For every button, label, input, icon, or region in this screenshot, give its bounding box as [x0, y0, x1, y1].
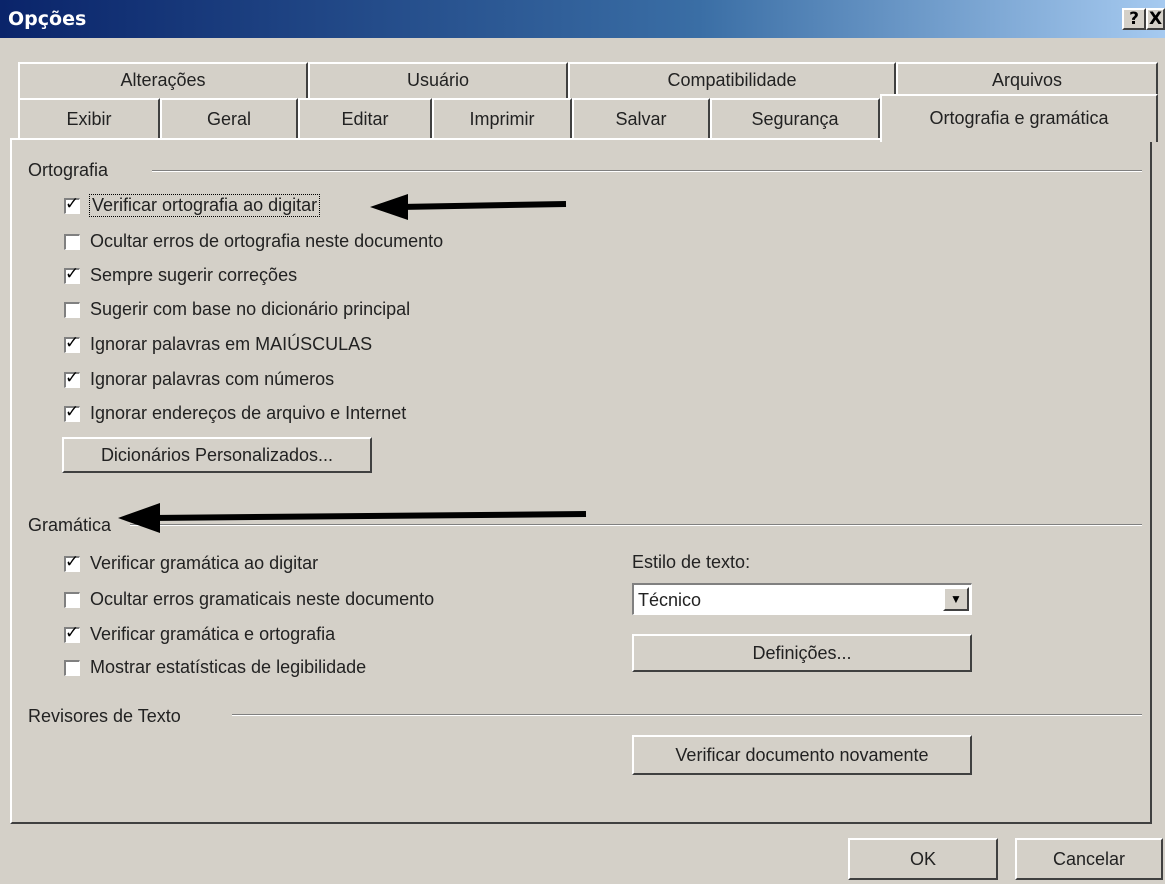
checkbox-verificar-ortografia[interactable]: ✓ Verificar ortografia ao digitar — [64, 194, 321, 217]
arrow-left-icon — [370, 194, 567, 220]
divider-revisores — [232, 714, 1142, 716]
chevron-down-icon[interactable]: ▼ — [943, 587, 969, 611]
tab-imprimir[interactable]: Imprimir — [432, 98, 572, 138]
section-label-ortografia: Ortografia — [28, 160, 109, 180]
checkbox-box[interactable] — [64, 301, 80, 318]
custom-dictionaries-button[interactable]: Dicionários Personalizados... — [62, 437, 372, 473]
tab-alteracoes[interactable]: Alterações — [18, 62, 308, 98]
section-label-gramatica: Gramática — [28, 515, 112, 535]
arrow-left-icon — [118, 503, 587, 533]
tab-editar[interactable]: Editar — [298, 98, 432, 138]
checkbox-label: Verificar gramática ao digitar — [90, 553, 319, 573]
tab-compatibilidade[interactable]: Compatibilidade — [568, 62, 896, 98]
settings-button[interactable]: Definições... — [632, 634, 972, 672]
checkbox-sugerir-dicionario[interactable]: Sugerir com base no dicionário principal — [64, 299, 410, 320]
checkbox-ocultar-erros-ortografia[interactable]: Ocultar erros de ortografia neste docume… — [64, 231, 443, 252]
checkbox-label: Verificar ortografia ao digitar — [88, 194, 321, 217]
checkbox-ignorar-enderecos[interactable]: ✓ Ignorar endereços de arquivo e Interne… — [64, 402, 407, 424]
checkbox-verificar-gramatica[interactable]: ✓ Verificar gramática ao digitar — [64, 552, 319, 574]
checkbox-box[interactable] — [64, 233, 80, 250]
tab-arquivos[interactable]: Arquivos — [896, 62, 1158, 98]
divider-ortografia — [152, 170, 1142, 172]
title-bar: Opções ? X — [0, 0, 1165, 38]
ok-button[interactable]: OK — [848, 838, 998, 880]
checkbox-box[interactable]: ✓ — [64, 194, 80, 214]
checkbox-label: Verificar gramática e ortografia — [90, 624, 336, 644]
checkbox-box[interactable] — [64, 591, 80, 608]
tab-exibir[interactable]: Exibir — [18, 98, 160, 138]
checkbox-label: Ignorar palavras em MAIÚSCULAS — [90, 334, 373, 354]
checkbox-label: Ignorar endereços de arquivo e Internet — [90, 403, 407, 423]
checkbox-box[interactable]: ✓ — [64, 552, 80, 572]
tab-geral[interactable]: Geral — [160, 98, 298, 138]
checkbox-label: Mostrar estatísticas de legibilidade — [90, 657, 367, 677]
checkbox-ocultar-erros-gramaticais[interactable]: Ocultar erros gramaticais neste document… — [64, 589, 434, 610]
checkbox-box[interactable]: ✓ — [64, 623, 80, 643]
recheck-document-button[interactable]: Verificar documento novamente — [632, 735, 972, 775]
section-label-revisores: Revisores de Texto — [28, 706, 181, 726]
checkbox-estatisticas-legibilidade[interactable]: Mostrar estatísticas de legibilidade — [64, 657, 366, 678]
writing-style-select[interactable]: Técnico ▼ — [632, 583, 972, 615]
checkbox-ignorar-maiusculas[interactable]: ✓ Ignorar palavras em MAIÚSCULAS — [64, 333, 373, 355]
help-button[interactable]: ? — [1122, 8, 1146, 30]
checkbox-ignorar-numeros[interactable]: ✓ Ignorar palavras com números — [64, 368, 335, 390]
checkbox-box[interactable] — [64, 659, 80, 676]
writing-style-label: Estilo de texto: — [632, 552, 751, 572]
tab-seguranca[interactable]: Segurança — [710, 98, 880, 138]
checkbox-sempre-sugerir[interactable]: ✓ Sempre sugerir correções — [64, 264, 298, 286]
close-button[interactable]: X — [1146, 8, 1165, 30]
checkbox-label: Ocultar erros gramaticais neste document… — [90, 589, 435, 609]
checkbox-label: Ignorar palavras com números — [90, 369, 335, 389]
tab-ortografia-e-gramatica[interactable]: Ortografia e gramática — [880, 94, 1158, 142]
checkbox-box[interactable]: ✓ — [64, 264, 80, 284]
writing-style-value: Técnico — [638, 590, 702, 610]
checkbox-label: Ocultar erros de ortografia neste docume… — [90, 231, 444, 251]
checkbox-box[interactable]: ✓ — [64, 333, 80, 353]
checkbox-gramatica-e-ortografia[interactable]: ✓ Verificar gramática e ortografia — [64, 623, 336, 645]
checkbox-label: Sempre sugerir correções — [90, 265, 298, 285]
cancel-button[interactable]: Cancelar — [1015, 838, 1163, 880]
checkbox-box[interactable]: ✓ — [64, 368, 80, 388]
tab-salvar[interactable]: Salvar — [572, 98, 710, 138]
tab-usuario[interactable]: Usuário — [308, 62, 568, 98]
checkbox-box[interactable]: ✓ — [64, 402, 80, 422]
window-title: Opções — [8, 8, 87, 30]
checkbox-label: Sugerir com base no dicionário principal — [90, 299, 411, 319]
